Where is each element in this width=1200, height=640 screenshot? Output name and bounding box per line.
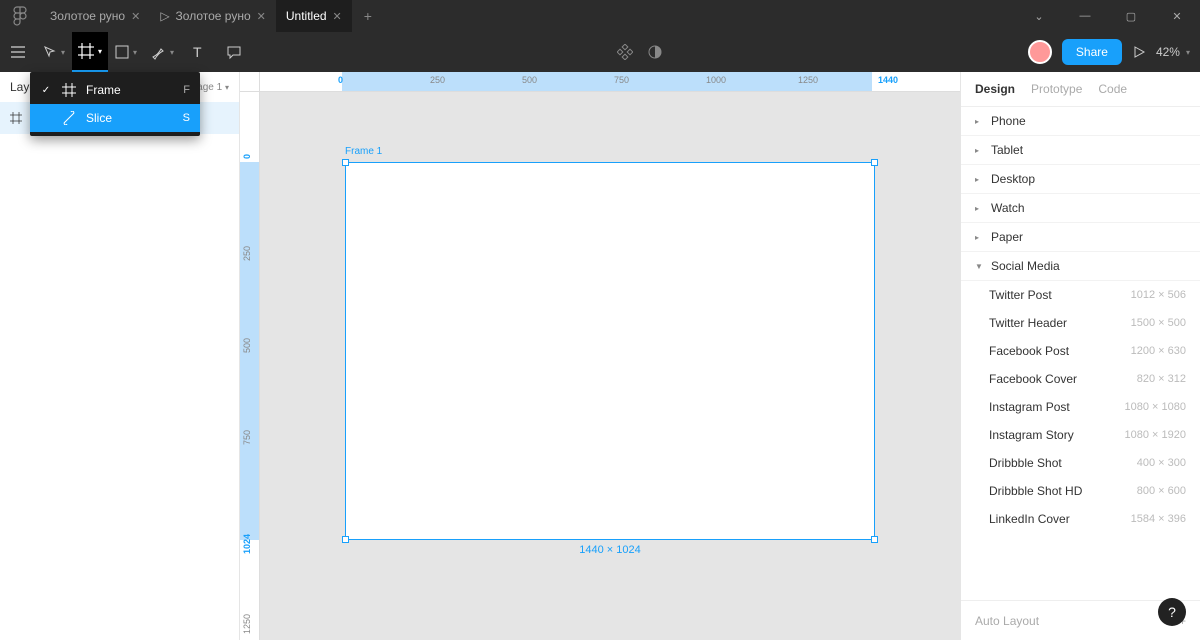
preset-item[interactable]: LinkedIn Cover1584 × 396 — [961, 505, 1200, 533]
resize-handle-ne[interactable] — [871, 159, 878, 166]
tab-label: Золотое руно — [176, 9, 251, 23]
frame-tool-menu: ✓ Frame F Slice S — [30, 72, 200, 136]
close-icon[interactable]: ✕ — [131, 10, 140, 23]
ruler-tick: 1440 — [878, 75, 898, 85]
frame-tool[interactable]: ▾ — [72, 32, 108, 72]
resize-handle-se[interactable] — [871, 536, 878, 543]
tab-prototype[interactable]: Prototype — [1031, 82, 1082, 96]
right-panel: Design Prototype Code ▸Phone▸Tablet▸Desk… — [960, 72, 1200, 640]
preset-item[interactable]: Dribbble Shot HD800 × 600 — [961, 477, 1200, 505]
preset-category[interactable]: ▸Watch — [961, 194, 1200, 223]
ruler-tick: 500 — [522, 75, 537, 85]
window-maximize[interactable]: ▢ — [1108, 0, 1154, 32]
ruler-tick: 0 — [242, 154, 252, 159]
frame-tool-menu-slice[interactable]: Slice S — [30, 104, 200, 132]
left-panel: Layers Page 1 ▾ Frame 1 ✓ Frame F Slice … — [0, 72, 240, 640]
preset-item[interactable]: Dribbble Shot400 × 300 — [961, 449, 1200, 477]
window-tab-2[interactable]: Untitled ✕ — [276, 0, 352, 32]
chevron-icon: ▸ — [975, 233, 983, 242]
check-icon: ✓ — [40, 85, 52, 96]
preset-item[interactable]: Instagram Story1080 × 1920 — [961, 421, 1200, 449]
ruler-tick: 1000 — [706, 75, 726, 85]
mask-icon[interactable] — [647, 44, 663, 60]
window-tab-1[interactable]: ▷ Золотое руно ✕ — [150, 0, 276, 32]
shape-tool[interactable]: ▾ — [108, 32, 144, 72]
ruler-horizontal: 02505007501000125014401750 — [260, 72, 960, 92]
chevron-icon: ▸ — [975, 117, 983, 126]
preset-category[interactable]: ▸Paper — [961, 223, 1200, 252]
preset-category[interactable]: ▸Phone — [961, 107, 1200, 136]
text-tool[interactable]: T — [180, 32, 216, 72]
comment-tool[interactable] — [216, 32, 252, 72]
frame-label[interactable]: Frame 1 — [345, 146, 382, 157]
window-menu-dropdown[interactable]: ⌄ — [1016, 0, 1062, 32]
preset-item[interactable]: Instagram Post1080 × 1080 — [961, 393, 1200, 421]
window-tabs: Золотое руно ✕ ▷ Золотое руно ✕ Untitled… — [40, 0, 384, 32]
chevron-icon: ▼ — [975, 262, 983, 271]
frame-1[interactable] — [345, 162, 875, 540]
preset-item[interactable]: Facebook Post1200 × 630 — [961, 337, 1200, 365]
ruler-tick: 1024 — [242, 534, 252, 554]
help-button[interactable]: ? — [1158, 598, 1186, 626]
window-close[interactable]: ✕ — [1154, 0, 1200, 32]
frame-tool-menu-frame[interactable]: ✓ Frame F — [30, 76, 200, 104]
window-minimize[interactable]: — — [1062, 0, 1108, 32]
chevron-icon: ▸ — [975, 204, 983, 213]
ruler-tick: 250 — [242, 246, 252, 261]
ruler-tick: 0 — [338, 75, 343, 85]
window-tab-0[interactable]: Золотое руно ✕ — [40, 0, 150, 32]
resize-handle-nw[interactable] — [342, 159, 349, 166]
svg-text:T: T — [193, 45, 202, 59]
ruler-tick: 1250 — [798, 75, 818, 85]
zoom-dropdown[interactable]: 42%▾ — [1156, 45, 1190, 59]
avatar[interactable] — [1028, 40, 1052, 64]
chevron-icon: ▸ — [975, 175, 983, 184]
tab-design[interactable]: Design — [975, 82, 1015, 96]
window-titlebar: Золотое руно ✕ ▷ Золотое руно ✕ Untitled… — [0, 0, 1200, 32]
present-icon[interactable] — [1132, 45, 1146, 59]
preset-item[interactable]: Twitter Header1500 × 500 — [961, 309, 1200, 337]
ruler-tick: 750 — [614, 75, 629, 85]
component-icon[interactable] — [617, 44, 633, 60]
ruler-tick: 500 — [242, 338, 252, 353]
new-tab-button[interactable]: + — [352, 8, 384, 24]
canvas[interactable]: 02505007501000125014401750 0250500750102… — [240, 72, 960, 640]
preset-item[interactable]: Facebook Cover820 × 312 — [961, 365, 1200, 393]
tab-label: Золотое руно — [50, 9, 125, 23]
close-icon[interactable]: ✕ — [257, 10, 266, 23]
ruler-tick: 750 — [242, 430, 252, 445]
move-tool[interactable]: ▾ — [36, 32, 72, 72]
frame-dimensions: 1440 × 1024 — [345, 544, 875, 556]
ruler-tick: 1250 — [242, 614, 252, 634]
chevron-icon: ▸ — [975, 146, 983, 155]
tab-code[interactable]: Code — [1098, 82, 1127, 96]
preset-category[interactable]: ▼Social Media — [961, 252, 1200, 281]
figma-logo[interactable] — [0, 6, 40, 26]
preset-category[interactable]: ▸Tablet — [961, 136, 1200, 165]
ruler-vertical: 0 250 500 750 1024 1250 — [240, 92, 260, 640]
preset-item[interactable]: Twitter Post1012 × 506 — [961, 281, 1200, 309]
tab-label: Untitled — [286, 9, 327, 23]
share-button[interactable]: Share — [1062, 39, 1122, 65]
preset-category[interactable]: ▸Desktop — [961, 165, 1200, 194]
pen-tool[interactable]: ▾ — [144, 32, 180, 72]
hamburger-menu[interactable] — [0, 32, 36, 72]
ruler-corner — [240, 72, 260, 92]
toolbar: ▾ ▾ ▾ ▾ T Share 42%▾ — [0, 32, 1200, 72]
right-panel-tabs: Design Prototype Code — [961, 72, 1200, 107]
play-icon: ▷ — [160, 9, 169, 23]
close-icon[interactable]: ✕ — [333, 10, 342, 23]
frame-preset-list: ▸Phone▸Tablet▸Desktop▸Watch▸Paper▼Social… — [961, 107, 1200, 600]
ruler-tick: 250 — [430, 75, 445, 85]
resize-handle-sw[interactable] — [342, 536, 349, 543]
